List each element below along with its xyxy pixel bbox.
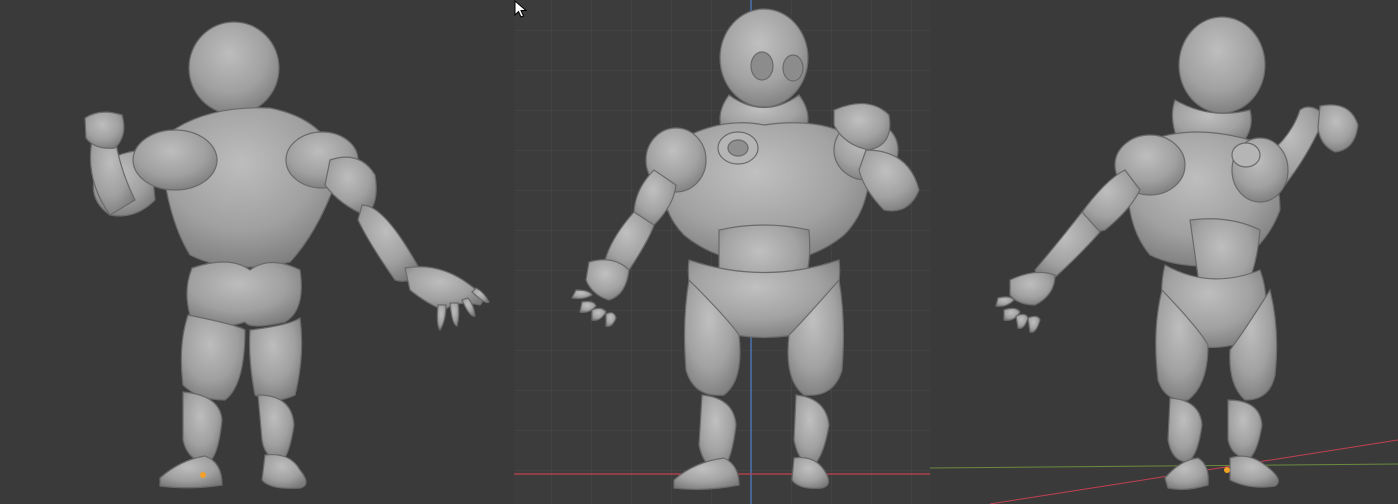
- mouse-pointer-icon: [514, 0, 528, 18]
- hand-left: [1009, 271, 1056, 306]
- foot-left: [1164, 457, 1209, 491]
- shin-left: [182, 391, 223, 463]
- shin-right: [1227, 399, 1263, 459]
- character-model-perspective: [930, 16, 1398, 504]
- thigh-right: [248, 316, 303, 401]
- foot-left: [159, 455, 223, 489]
- fist-raised: [1317, 104, 1359, 153]
- chest-emblem: [1231, 142, 1261, 168]
- y-axis-line: [930, 463, 1398, 469]
- viewport-back-view[interactable]: [0, 0, 514, 504]
- character-model-front: [514, 0, 930, 504]
- fist-left: [84, 111, 125, 149]
- blender-3d-viewports: [0, 0, 1398, 504]
- thigh-left: [180, 314, 246, 401]
- pelvis-back: [186, 261, 302, 327]
- object-origin-icon: [1224, 467, 1230, 473]
- object-origin-icon: [200, 472, 206, 478]
- viewport-front-ortho[interactable]: [514, 0, 930, 504]
- viewport-perspective[interactable]: [930, 0, 1398, 504]
- head: [188, 21, 280, 115]
- shin-left: [1167, 397, 1203, 463]
- shin-right: [257, 394, 295, 461]
- foot-right: [1229, 455, 1279, 488]
- character-model-back: [84, 21, 490, 489]
- head: [1178, 16, 1266, 114]
- forearm-left: [1034, 211, 1101, 282]
- foot-right: [261, 453, 307, 489]
